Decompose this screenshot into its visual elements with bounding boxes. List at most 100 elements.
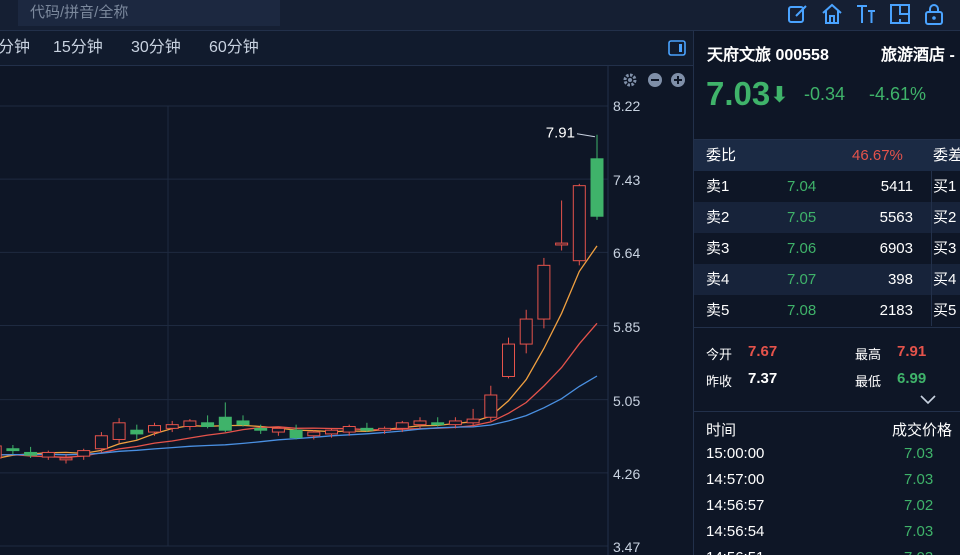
candle-body xyxy=(77,450,91,457)
trade-time: 14:56:51 xyxy=(706,545,764,555)
zoom-in-icon[interactable] xyxy=(670,72,686,88)
low-label: 最低 xyxy=(855,374,882,389)
ask-row-3[interactable]: 卖3 7.06 6903 买3 xyxy=(694,233,960,264)
candle-body xyxy=(378,427,392,431)
ask-label: 卖4 xyxy=(706,271,730,288)
candle-body xyxy=(112,422,126,440)
panel-toggle-icon[interactable] xyxy=(668,40,686,56)
tab-30min[interactable]: 30分钟 xyxy=(131,31,181,65)
home-icon[interactable] xyxy=(820,2,844,26)
tab-60min[interactable]: 60分钟 xyxy=(209,31,259,65)
candle-body xyxy=(183,420,197,428)
candle-body xyxy=(342,426,356,433)
chevron-down-icon[interactable] xyxy=(920,395,936,405)
trade-row: 14:56:54 7.03 xyxy=(694,519,960,545)
candle-body xyxy=(41,451,55,458)
trade-time: 14:57:00 xyxy=(706,471,765,488)
toolbar-icons xyxy=(786,2,946,26)
bid-label: 买4 xyxy=(933,271,957,288)
ma20-line xyxy=(0,375,598,456)
trade-price: 7.03 xyxy=(904,445,934,462)
ask-volume: 6903 xyxy=(879,240,913,257)
ask-volume: 398 xyxy=(887,271,913,288)
candle-body xyxy=(555,242,569,246)
arrow-down-icon: ⬇ xyxy=(770,82,789,107)
ask-price: 7.04 xyxy=(787,178,817,195)
lock-icon[interactable] xyxy=(922,2,946,26)
candle-body xyxy=(0,445,2,459)
ask-price: 7.05 xyxy=(787,209,817,226)
text-size-icon[interactable] xyxy=(854,2,878,26)
high-label: 最高 xyxy=(855,347,882,362)
settings-icon[interactable] xyxy=(622,72,638,88)
candle-body xyxy=(94,435,108,450)
y-axis-label: 3.47 xyxy=(613,539,641,555)
ask-label: 卖1 xyxy=(706,178,730,195)
tab-minute[interactable]: 分钟 xyxy=(0,31,30,65)
search-input[interactable]: 代码/拼音/全称 xyxy=(18,0,280,26)
price-change: -0.34 xyxy=(804,84,846,104)
candle-body xyxy=(448,420,462,426)
open-label: 今开 xyxy=(706,347,733,362)
y-axis-label: 4.26 xyxy=(613,466,641,482)
candle-body xyxy=(590,158,604,217)
y-axis-label: 7.43 xyxy=(613,172,641,188)
candle-body xyxy=(431,422,445,426)
ask-row-1[interactable]: 卖1 7.04 5411 买1 xyxy=(694,171,960,202)
candle-body xyxy=(218,416,232,431)
ask-volume: 5563 xyxy=(879,209,913,226)
candle-body xyxy=(537,264,551,320)
candle-body xyxy=(59,457,73,461)
y-axis-label: 8.22 xyxy=(613,98,641,114)
candle-body xyxy=(201,422,215,428)
high-marker-label: 7.91 xyxy=(546,125,575,142)
time-header: 时间 xyxy=(706,422,737,439)
candle-body xyxy=(484,394,498,418)
top-bar: 代码/拼音/全称 xyxy=(0,0,960,31)
candle-body xyxy=(289,429,303,439)
ask-label: 卖2 xyxy=(706,209,730,226)
weibi-value: 46.67% xyxy=(852,147,903,164)
trade-row: 14:57:00 7.03 xyxy=(694,467,960,493)
book-divider xyxy=(931,171,932,326)
tab-15min[interactable]: 15分钟 xyxy=(53,31,103,65)
ask-price: 7.07 xyxy=(787,271,817,288)
y-axis-label: 5.85 xyxy=(613,319,641,335)
trade-price: 7.02 xyxy=(904,497,934,514)
candle-body xyxy=(572,185,586,262)
candle-body xyxy=(502,343,515,377)
price-header: 成交价格 xyxy=(892,422,953,439)
candle-body xyxy=(413,420,427,426)
candle-body xyxy=(271,427,285,433)
trade-time: 14:56:57 xyxy=(706,497,765,514)
trade-row: 15:00:00 7.03 xyxy=(694,441,960,467)
candlestick-chart[interactable]: 7.91 xyxy=(0,66,693,555)
prev-close-value: 7.37 xyxy=(748,370,778,387)
industry-label[interactable]: 旅游酒店 - xyxy=(881,41,955,65)
trade-time: 14:56:54 xyxy=(706,523,765,540)
ask-label: 卖3 xyxy=(706,240,730,257)
period-tabs: 分钟 15分钟 30分钟 60分钟 xyxy=(0,31,693,66)
edit-icon[interactable] xyxy=(786,2,810,26)
last-price: 7.03⬇ xyxy=(706,75,789,113)
candle-body xyxy=(254,427,268,431)
candle-body xyxy=(236,420,250,426)
zoom-out-icon[interactable] xyxy=(647,72,663,88)
candle-body xyxy=(130,429,144,435)
candle-body xyxy=(325,429,338,435)
bid-label: 买1 xyxy=(933,178,957,195)
ask-volume: 5411 xyxy=(880,178,913,195)
trade-price: 7.03 xyxy=(904,471,934,488)
ask-row-4[interactable]: 卖4 7.07 398 买4 xyxy=(694,264,960,295)
candle-body xyxy=(307,431,321,437)
trade-row: 14:56:57 7.02 xyxy=(694,493,960,519)
ask-price: 7.06 xyxy=(787,240,817,257)
layout-icon[interactable] xyxy=(888,2,912,26)
candle-body xyxy=(148,425,161,433)
ask-row-5[interactable]: 卖5 7.08 2183 买5 xyxy=(694,295,960,326)
trade-time: 15:00:00 xyxy=(706,445,765,462)
candle-body xyxy=(466,418,480,424)
candle-body xyxy=(24,451,38,456)
ask-row-2[interactable]: 卖2 7.05 5563 买2 xyxy=(694,202,960,233)
candle-body xyxy=(360,427,374,431)
